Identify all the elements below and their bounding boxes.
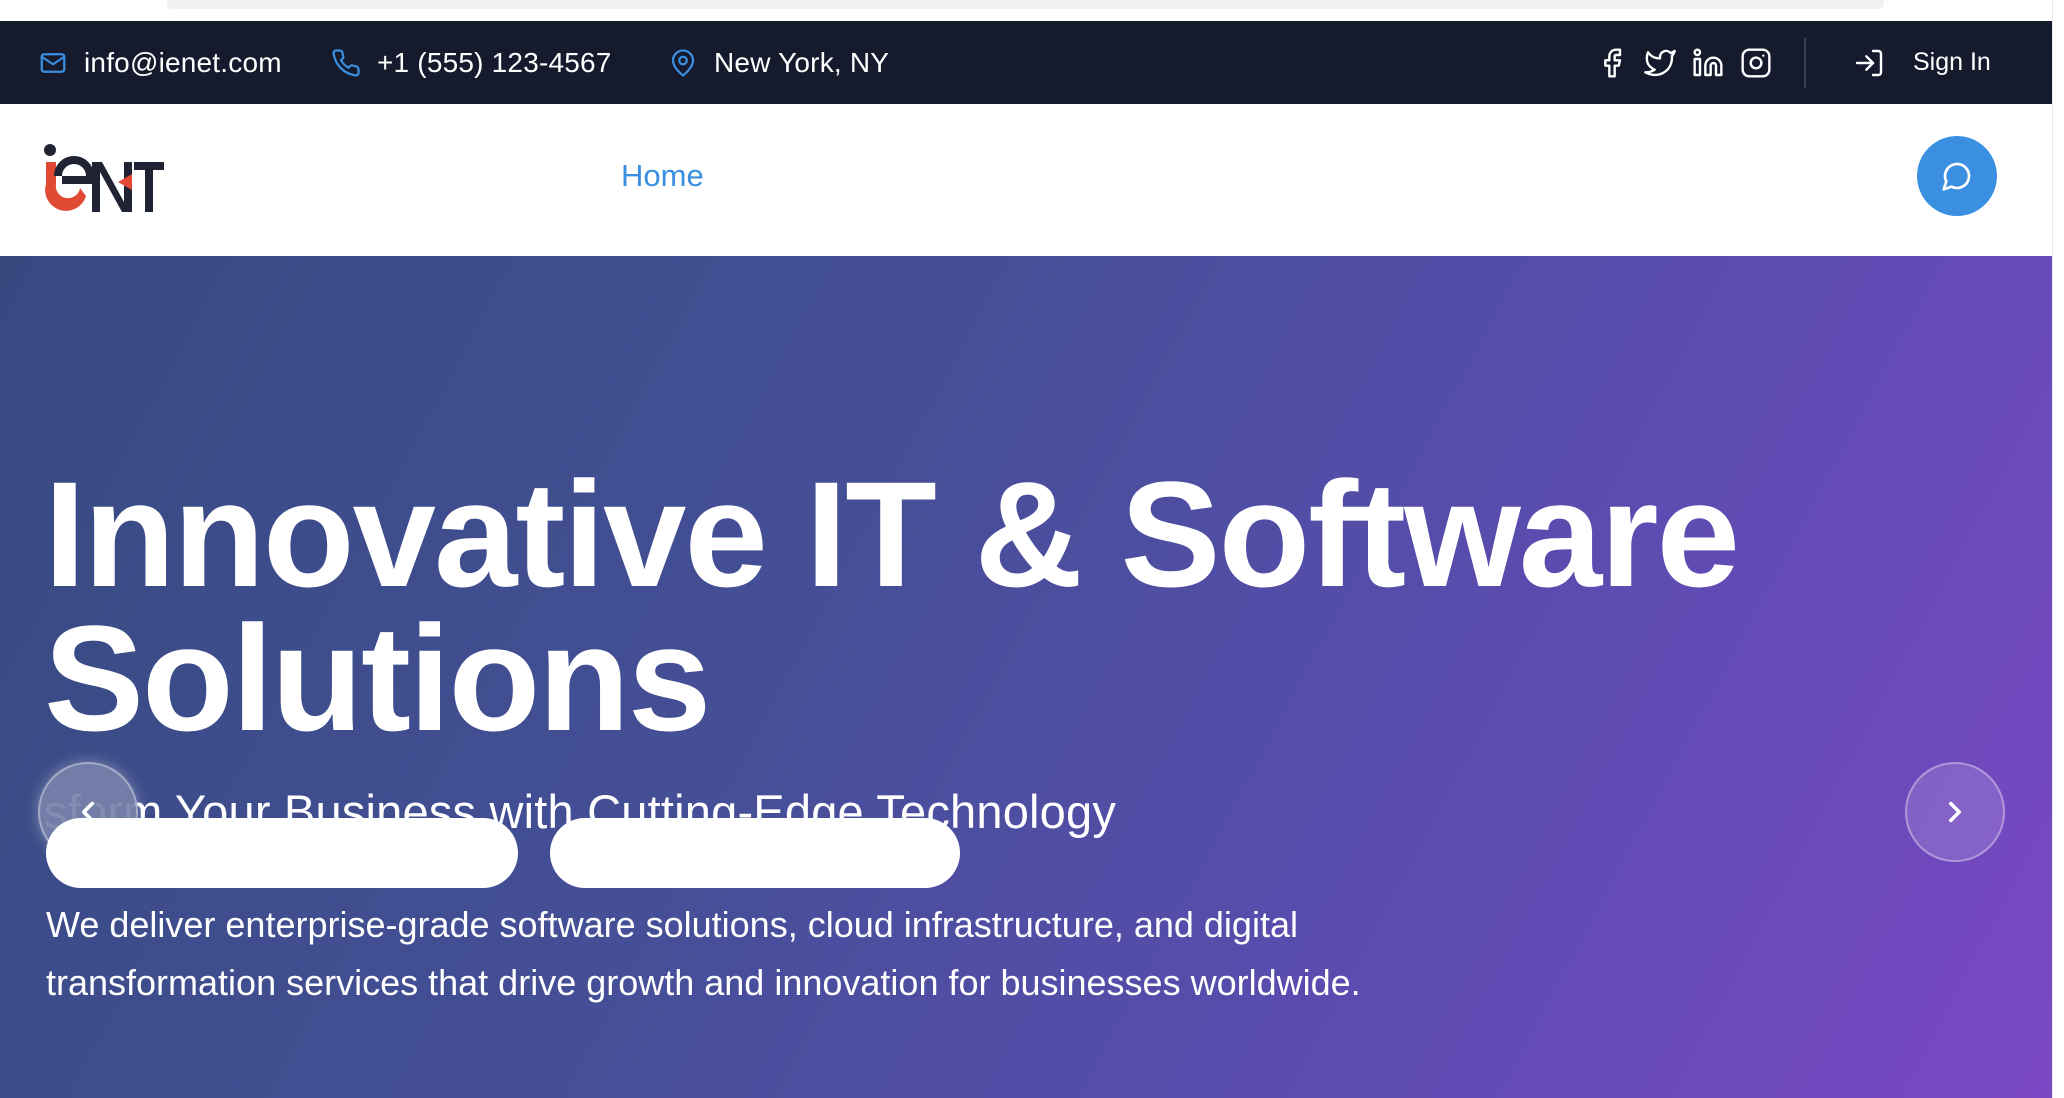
browser-strip [0, 0, 2052, 21]
instagram-icon [1741, 47, 1771, 78]
hero-section: Innovative IT & Software Solutions sform… [0, 256, 2052, 1098]
hero-description: We deliver enterprise-grade software sol… [46, 904, 1361, 1003]
chevron-right-icon [1948, 801, 1962, 823]
log-in-icon [1855, 49, 1883, 76]
social-links [1596, 21, 1772, 104]
contact-email-text: info@ienet.com [84, 46, 282, 78]
hero-title: Innovative IT & Software Solutions [44, 450, 1740, 762]
top-contact-bar: info@ienet.com +1 (555) 123-4567 New Yor… [0, 21, 2052, 104]
page: info@ienet.com +1 (555) 123-4567 New Yor… [0, 0, 2064, 1098]
contact-email[interactable]: info@ienet.com [38, 21, 282, 104]
facebook-link[interactable] [1596, 47, 1628, 79]
address-bar[interactable] [167, 0, 1884, 9]
message-circle-icon [1942, 162, 1971, 191]
contact-location[interactable]: New York, NY [668, 21, 889, 104]
map-pin-icon [671, 48, 695, 77]
brand-logo[interactable] [40, 140, 165, 212]
sign-in-label: Sign In [1913, 48, 1991, 76]
twitter-link[interactable] [1644, 47, 1676, 79]
carousel-next-button[interactable] [1905, 762, 2005, 862]
main-navbar: Home [0, 104, 2052, 256]
linkedin-icon [1693, 47, 1723, 76]
linkedin-link[interactable] [1692, 47, 1724, 79]
topbar-divider [1804, 38, 1806, 88]
hero-secondary-button[interactable] [550, 818, 960, 888]
nav-link-home[interactable]: Home [621, 158, 704, 194]
sign-in-button[interactable]: Sign In [1853, 21, 1991, 104]
ienet-logo-icon [44, 144, 164, 212]
twitter-icon [1644, 49, 1676, 76]
chat-button[interactable] [1917, 136, 1997, 216]
contact-location-text: New York, NY [714, 46, 890, 78]
scrollbar-gutter[interactable] [2052, 0, 2064, 1098]
mail-icon [40, 52, 66, 73]
facebook-icon [1604, 47, 1622, 78]
contact-phone[interactable]: +1 (555) 123-4567 [331, 21, 612, 104]
hero-primary-button[interactable] [46, 818, 518, 888]
contact-phone-text: +1 (555) 123-4567 [377, 46, 612, 78]
instagram-link[interactable] [1740, 47, 1772, 79]
phone-icon [332, 48, 360, 76]
